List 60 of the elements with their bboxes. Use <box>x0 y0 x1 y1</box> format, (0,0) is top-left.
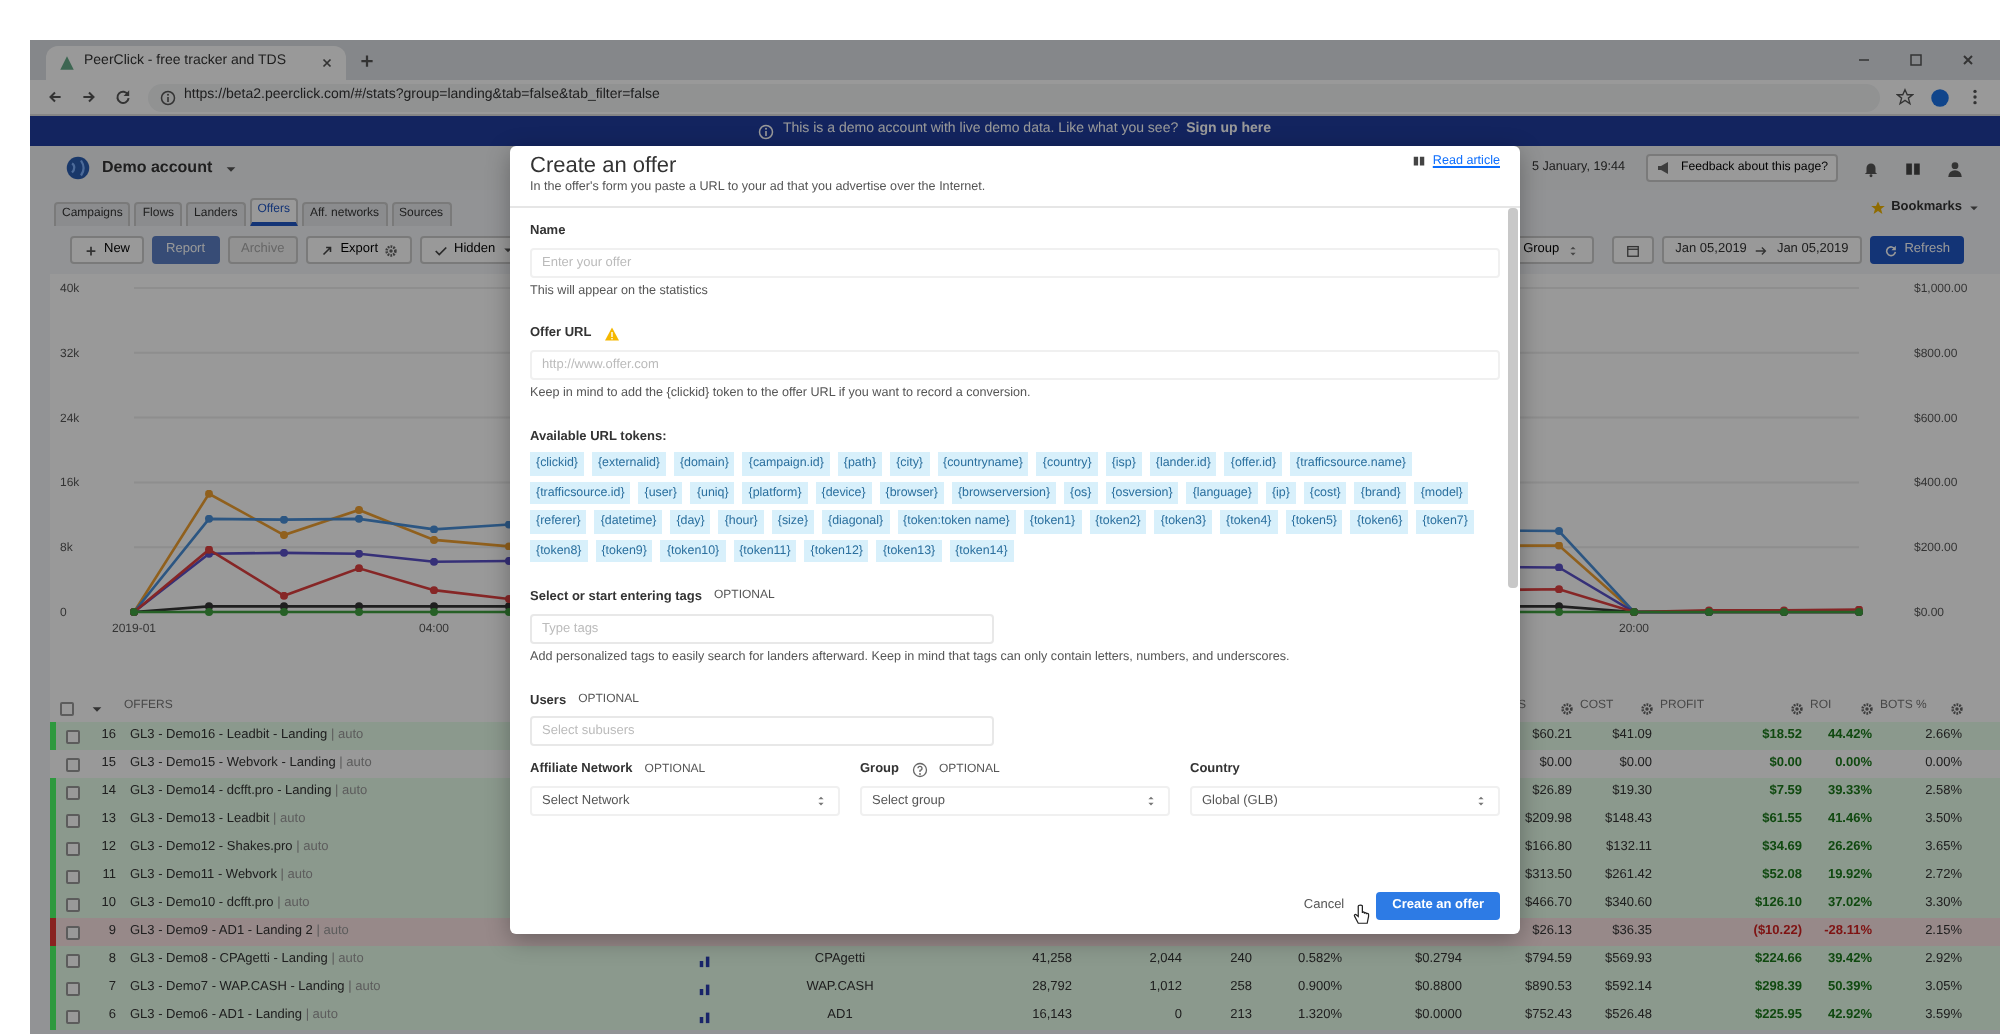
dialog-title: Create an offer <box>530 154 679 181</box>
checkbox[interactable] <box>66 981 80 995</box>
sort-arrows-icon <box>1144 794 1158 809</box>
forward-icon[interactable] <box>80 88 98 106</box>
checkbox[interactable] <box>66 953 80 967</box>
gear-icon[interactable] <box>1790 701 1804 715</box>
user-icon[interactable] <box>1946 159 1964 177</box>
share-icon <box>320 243 335 257</box>
triangle-icon <box>58 54 76 72</box>
book-icon[interactable] <box>1904 159 1922 177</box>
star-icon <box>1869 200 1886 216</box>
cursor-icon <box>1350 904 1373 927</box>
info-icon <box>758 123 775 139</box>
checkbox[interactable] <box>66 729 80 743</box>
checkbox[interactable] <box>66 785 80 799</box>
caret-icon <box>1968 202 1980 214</box>
gear-icon[interactable] <box>1950 701 1964 715</box>
arrow-right-icon <box>1754 243 1769 257</box>
warning-icon <box>603 326 620 343</box>
maximize-icon[interactable] <box>1908 52 1924 68</box>
calendar-button[interactable] <box>1611 236 1654 264</box>
checkbox[interactable] <box>66 925 80 939</box>
checkbox[interactable] <box>66 757 80 771</box>
checkbox[interactable] <box>66 841 80 855</box>
book-icon <box>1412 154 1427 168</box>
info-icon <box>160 89 176 105</box>
gear-icon[interactable] <box>1860 701 1874 715</box>
calendar-icon <box>1625 243 1640 257</box>
sort-arrows-icon <box>1474 794 1488 809</box>
globe-icon <box>66 156 90 180</box>
close-icon[interactable] <box>1960 52 1976 68</box>
sort-icon[interactable] <box>90 701 104 715</box>
close-icon[interactable] <box>320 56 334 70</box>
bar-chart-icon[interactable] <box>698 1009 712 1023</box>
sort-arrows-icon <box>1565 243 1580 257</box>
bar-chart-icon[interactable] <box>698 953 712 967</box>
megaphone-icon <box>1656 160 1673 176</box>
checkbox[interactable] <box>60 701 74 715</box>
gear-icon[interactable] <box>1640 701 1654 715</box>
checkbox[interactable] <box>66 813 80 827</box>
gear-icon <box>384 243 399 257</box>
help-icon[interactable] <box>911 762 927 779</box>
caret-icon[interactable] <box>224 161 239 175</box>
scrollbar[interactable] <box>1508 207 1518 588</box>
checkbox[interactable] <box>66 897 80 911</box>
checkbox[interactable] <box>66 1009 80 1023</box>
gear-icon[interactable] <box>1560 701 1574 715</box>
star-icon[interactable] <box>1896 88 1914 106</box>
bell-icon[interactable] <box>1862 159 1880 177</box>
reload-icon[interactable] <box>114 88 132 106</box>
refresh-icon <box>1884 243 1899 257</box>
sort-arrows-icon <box>814 794 828 809</box>
bar-chart-icon[interactable] <box>698 981 712 995</box>
check-icon <box>434 243 449 257</box>
profile-icon[interactable] <box>1930 87 1950 107</box>
back-icon[interactable] <box>46 88 64 106</box>
plus-icon <box>84 243 98 257</box>
checkbox[interactable] <box>66 869 80 883</box>
account-menu[interactable]: Demo account <box>102 158 213 178</box>
plus-icon[interactable] <box>358 51 376 69</box>
